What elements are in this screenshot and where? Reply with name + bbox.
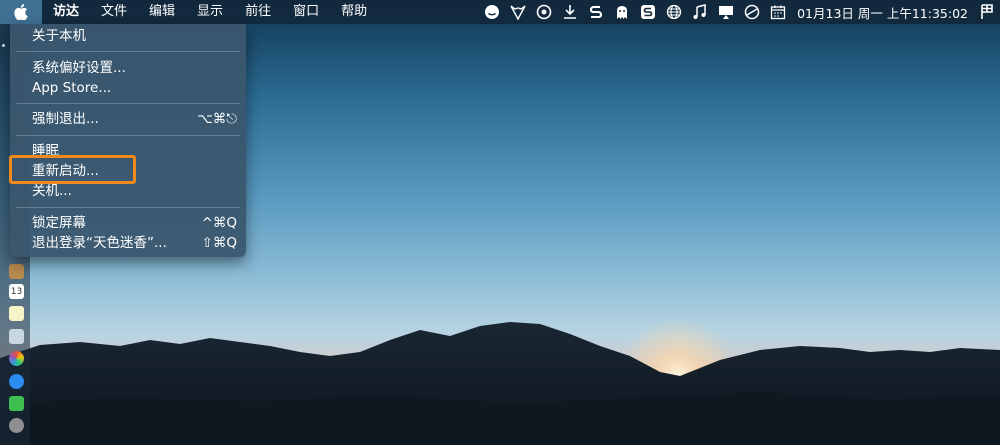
notes-icon[interactable] bbox=[9, 306, 24, 321]
calendar-day-label: 13 bbox=[10, 287, 23, 297]
menu-item-label: 退出登录“天色迷香”... bbox=[32, 235, 167, 251]
download-icon[interactable] bbox=[560, 3, 580, 21]
calendar-icon[interactable] bbox=[768, 3, 788, 21]
restart-highlight-box bbox=[9, 155, 136, 184]
menu-separator bbox=[16, 207, 240, 208]
contacts-icon[interactable] bbox=[9, 264, 24, 279]
menu-window[interactable]: 窗口 bbox=[282, 0, 330, 24]
menu-item-shut-down[interactable]: 关机... bbox=[10, 181, 246, 201]
menu-item-about-this-mac[interactable]: 关于本机 bbox=[10, 26, 246, 46]
music-icon[interactable] bbox=[690, 3, 710, 21]
menu-item-log-out[interactable]: 退出登录“天色迷香”... ⇧⌘Q bbox=[10, 233, 246, 253]
s-app-icon[interactable] bbox=[586, 3, 606, 21]
dock-running-indicator bbox=[2, 44, 5, 47]
menu-separator bbox=[16, 103, 240, 104]
menu-view[interactable]: 显示 bbox=[186, 0, 234, 24]
display-icon[interactable] bbox=[716, 3, 736, 21]
menu-clock[interactable]: 01月13日 周一 上午11:35:02 bbox=[791, 3, 974, 22]
menu-item-label: 系统偏好设置... bbox=[32, 60, 126, 76]
menu-bar: 访达 文件 编辑 显示 前往 窗口 帮助 01月13日 周一 上午11:35:0… bbox=[0, 0, 1000, 24]
menu-go[interactable]: 前往 bbox=[234, 0, 282, 24]
menu-item-shortcut: ⇧⌘Q bbox=[201, 235, 237, 251]
calendar-icon[interactable]: 13 bbox=[9, 284, 24, 299]
menu-item-app-store[interactable]: App Store... bbox=[10, 78, 246, 98]
menu-help[interactable]: 帮助 bbox=[330, 0, 378, 24]
sync-icon[interactable] bbox=[534, 3, 554, 21]
messages-icon[interactable] bbox=[9, 374, 24, 389]
menu-item-shortcut: ^⌘Q bbox=[201, 215, 237, 231]
fox-icon[interactable] bbox=[508, 3, 528, 21]
menu-item-label: 关于本机 bbox=[32, 28, 86, 44]
clock-icon[interactable] bbox=[742, 3, 762, 21]
menu-item-label: 强制退出... bbox=[32, 111, 99, 127]
apple-icon bbox=[14, 4, 28, 20]
menu-separator bbox=[16, 135, 240, 136]
photos-icon[interactable] bbox=[9, 351, 24, 366]
globe-icon[interactable] bbox=[664, 3, 684, 21]
sogou-s-icon[interactable] bbox=[638, 3, 658, 21]
ghost-icon[interactable] bbox=[612, 3, 632, 21]
maps-icon[interactable] bbox=[9, 329, 24, 344]
menu-item-shortcut: ⌥⌘⎋ bbox=[197, 111, 237, 127]
menu-edit[interactable]: 编辑 bbox=[138, 0, 186, 24]
status-area: 01月13日 周一 上午11:35:02 bbox=[479, 0, 1000, 24]
menu-file[interactable]: 文件 bbox=[90, 0, 138, 24]
flag-icon[interactable] bbox=[977, 3, 997, 21]
menu-item-label: App Store... bbox=[32, 80, 112, 96]
menu-item-label: 锁定屏幕 bbox=[32, 215, 86, 231]
menu-finder[interactable]: 访达 bbox=[42, 0, 90, 24]
menu-item-lock-screen[interactable]: 锁定屏幕 ^⌘Q bbox=[10, 213, 246, 233]
system-preferences-icon[interactable] bbox=[9, 418, 24, 433]
facetime-icon[interactable] bbox=[9, 396, 24, 411]
apple-menu-dropdown: 关于本机 系统偏好设置... App Store... 强制退出... ⌥⌘⎋ … bbox=[10, 24, 246, 257]
cloud-smile-icon[interactable] bbox=[482, 3, 502, 21]
menu-separator bbox=[16, 51, 240, 52]
apple-menu-button[interactable] bbox=[0, 0, 42, 24]
menu-item-system-preferences[interactable]: 系统偏好设置... bbox=[10, 58, 246, 78]
menu-item-force-quit[interactable]: 强制退出... ⌥⌘⎋ bbox=[10, 109, 246, 129]
menu-item-label: 关机... bbox=[32, 183, 72, 199]
